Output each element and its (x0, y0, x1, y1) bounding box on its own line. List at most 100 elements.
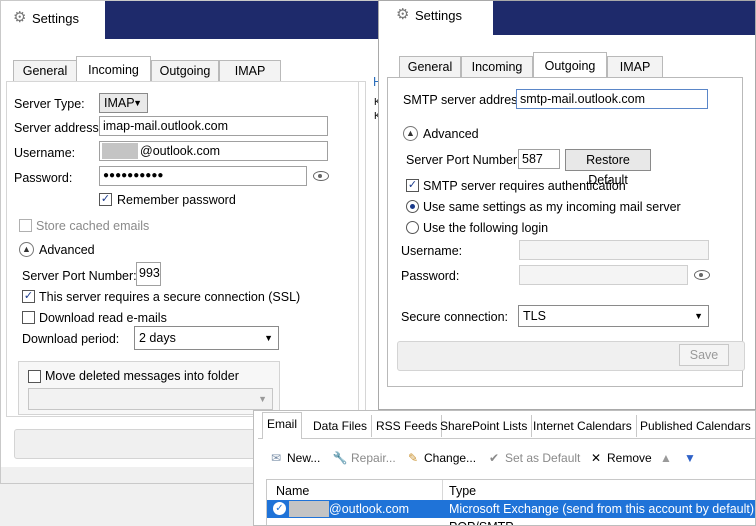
tab-published-calendars[interactable]: Published Calendars (636, 415, 755, 437)
change-icon: ✎ (407, 451, 419, 465)
move-deleted-checkbox[interactable] (28, 370, 41, 383)
secure-connection-select[interactable]: TLS ▼ (518, 305, 709, 327)
download-period-select[interactable]: 2 days ▼ (134, 326, 279, 350)
redacted-block (289, 501, 329, 517)
chevron-up-icon[interactable]: ▲ (19, 242, 34, 257)
tab-imap[interactable]: IMAP (219, 60, 281, 81)
gear-icon: ⚙ (13, 9, 27, 26)
port-label: Server Port Number: (22, 269, 137, 283)
tab-incoming[interactable]: Incoming (461, 56, 533, 77)
password-label: Password: (14, 171, 73, 185)
wrench-icon: 🔧 (332, 451, 348, 465)
ssl-checkbox[interactable]: ✓ (22, 290, 35, 303)
smtp-auth-checkbox[interactable]: ✓ (406, 179, 419, 192)
chevron-down-icon: ▼ (694, 311, 703, 321)
settings-tabs: General Incoming Outgoing IMAP (13, 56, 373, 82)
smtp-auth-label: SMTP server requires authentication (423, 179, 626, 193)
change-button[interactable]: ✎ Change... (405, 451, 476, 465)
advanced-label: Advanced (423, 127, 479, 141)
use-following-radio[interactable] (406, 221, 419, 234)
gear-icon: ⚙ (396, 6, 410, 23)
server-type-select[interactable]: IMAP ▼ (99, 93, 148, 113)
accounts-list: Name Type ✓ @outlook.com Microsoft Excha… (266, 479, 755, 525)
folder-select[interactable]: ▼ (28, 388, 273, 410)
change-label: Change... (424, 451, 477, 465)
chevron-up-icon[interactable]: ▲ (403, 126, 418, 141)
show-password-eye-icon[interactable] (313, 171, 329, 181)
tab-rss-feeds[interactable]: RSS Feeds (372, 415, 443, 437)
download-read-label: Download read e-mails (39, 311, 167, 325)
move-down-arrow-icon[interactable]: ▼ (684, 451, 696, 465)
account-tabs: Email Data Files RSS Feeds SharePoint Li… (258, 412, 755, 439)
window-title: Settings (415, 8, 462, 23)
restore-default-button[interactable]: Restore Default (565, 149, 651, 187)
remember-password-label: Remember password (117, 193, 236, 207)
tab-imap[interactable]: IMAP (607, 56, 663, 77)
tab-email[interactable]: Email (262, 412, 303, 439)
server-address-label: Server address: (14, 121, 103, 135)
port-input[interactable]: 587 (518, 149, 560, 169)
password-input[interactable]: ●●●●●●●●●● (99, 166, 307, 186)
table-row[interactable]: ✓ @outlook.com Microsoft Exchange (send … (267, 500, 755, 518)
new-mail-icon: ✉ (270, 451, 282, 465)
username-value: @outlook.com (140, 144, 221, 158)
move-deleted-label: Move deleted messages into folder (45, 369, 239, 383)
new-account-button[interactable]: ✉ New... (268, 451, 320, 465)
column-divider (442, 480, 443, 500)
column-name: Name (276, 484, 310, 498)
download-read-checkbox[interactable] (22, 311, 35, 324)
username-label: Username: (14, 146, 76, 160)
window-title: Settings (32, 11, 79, 26)
move-up-arrow-icon[interactable]: ▲ (660, 451, 672, 465)
tab-incoming[interactable]: Incoming (76, 56, 151, 82)
use-same-radio[interactable] (406, 200, 419, 213)
smtp-address-input[interactable]: smtp-mail.outlook.com (516, 89, 708, 109)
username-input[interactable]: @outlook.com (99, 141, 328, 161)
server-address-input[interactable]: imap-mail.outlook.com (99, 116, 328, 136)
server-type-value: IMAP (104, 96, 135, 110)
remember-password-checkbox[interactable]: ✓ (99, 193, 112, 206)
download-period-label: Download period: (22, 332, 120, 346)
column-type: Type (449, 484, 477, 498)
username-input[interactable] (519, 240, 709, 260)
chevron-down-icon: ▼ (133, 98, 142, 108)
account-type: POP/SMTP (449, 520, 514, 525)
title-bar-accent (493, 1, 755, 35)
username-label: Username: (401, 244, 463, 258)
tab-general[interactable]: General (399, 56, 461, 77)
tab-general[interactable]: General (13, 60, 77, 81)
ssl-label: This server requires a secure connection… (39, 290, 301, 304)
server-type-label: Server Type: (14, 97, 85, 111)
account-name: @outlook.com (329, 502, 410, 516)
password-label: Password: (401, 269, 460, 283)
redacted-block (102, 143, 138, 159)
tab-outgoing[interactable]: Outgoing (533, 52, 607, 78)
password-input[interactable] (519, 265, 688, 285)
default-account-check-icon: ✓ (273, 502, 286, 515)
repair-button[interactable]: 🔧 Repair... (332, 451, 396, 465)
save-button[interactable]: Save (679, 344, 729, 366)
outgoing-settings-window: ⚙ Settings General Incoming Outgoing IMA… (378, 0, 756, 410)
set-default-button[interactable]: ✔ Set as Default (486, 451, 580, 465)
use-same-label: Use same settings as my incoming mail se… (423, 200, 681, 214)
tab-data-files[interactable]: Data Files (309, 415, 373, 437)
check-circle-icon: ✔ (488, 451, 500, 465)
show-password-eye-icon[interactable] (694, 270, 710, 280)
port-input[interactable]: 993 (136, 262, 161, 286)
chevron-down-icon: ▼ (258, 394, 267, 404)
account-type: Microsoft Exchange (send from this accou… (449, 502, 755, 516)
tab-internet-calendars[interactable]: Internet Calendars (529, 415, 637, 437)
tab-sharepoint-lists[interactable]: SharePoint Lists (436, 415, 533, 437)
remove-x-icon: ✕ (590, 451, 602, 465)
store-cached-checkbox[interactable] (19, 219, 32, 232)
repair-label: Repair... (351, 451, 396, 465)
secure-connection-label: Secure connection: (401, 310, 509, 324)
remove-button[interactable]: ✕ Remove (588, 451, 652, 465)
account-settings-window: Email Data Files RSS Feeds SharePoint Li… (253, 410, 756, 526)
left-bottom-bar (14, 429, 278, 459)
settings-tabs: General Incoming Outgoing IMAP (399, 52, 739, 78)
tab-outgoing[interactable]: Outgoing (151, 60, 219, 81)
use-following-label: Use the following login (423, 221, 549, 235)
table-row[interactable]: POP/SMTP (267, 518, 755, 525)
panel-border-right (358, 81, 359, 411)
